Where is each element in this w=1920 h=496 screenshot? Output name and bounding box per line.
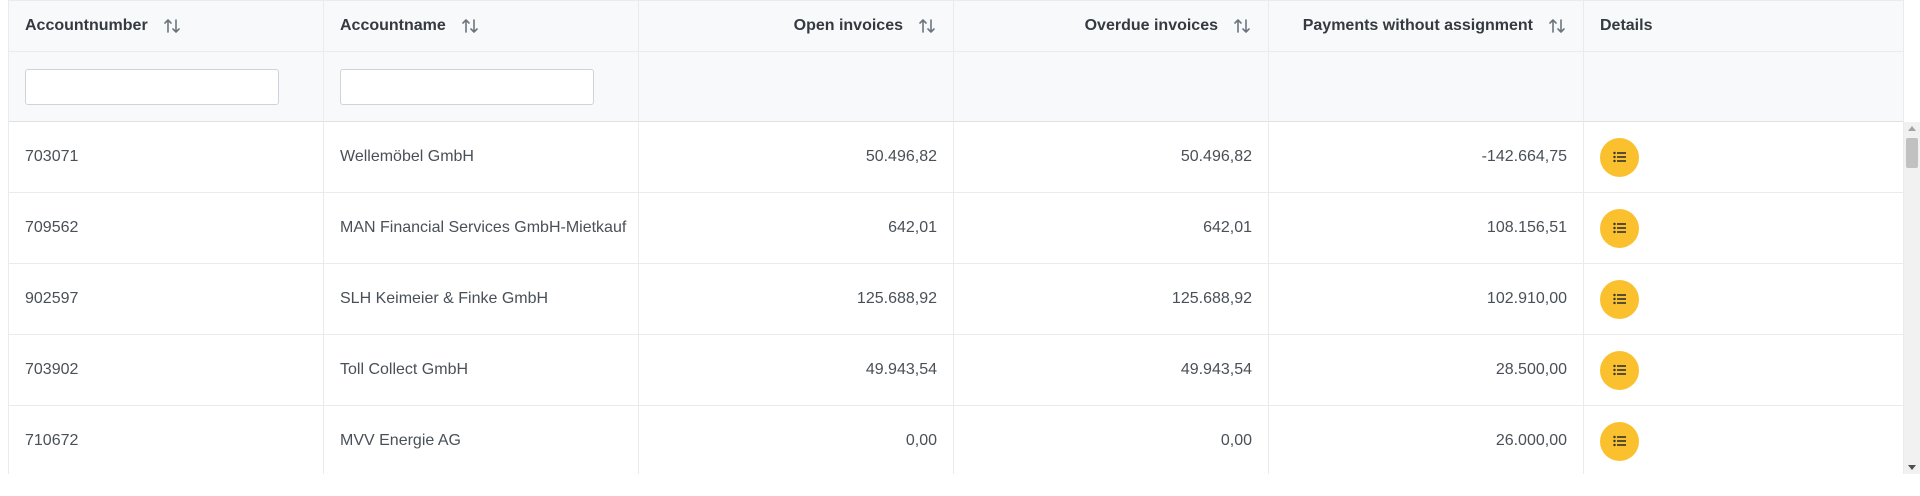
header-label: Overdue invoices — [1084, 17, 1218, 34]
overdue-invoices-cell: 50.496,82 — [954, 122, 1269, 193]
scroll-up-arrow-icon[interactable] — [1908, 126, 1916, 131]
sort-arrows-icon[interactable] — [1232, 16, 1252, 36]
sort-arrows-icon[interactable] — [162, 16, 182, 36]
header-payments-without-assignment[interactable]: Payments without assignment — [1269, 0, 1584, 52]
table-header-row: Accountnumber Accountname Open invoices … — [9, 0, 1903, 52]
open-invoices-cell: 0,00 — [639, 406, 954, 474]
filter-cell-empty — [1584, 52, 1903, 122]
table-scrollbar[interactable] — [1904, 122, 1920, 474]
payments-without-assignment-cell: -142.664,75 — [1269, 122, 1584, 193]
accountnumber-cell: 709562 — [9, 193, 324, 264]
payments-without-assignment-cell: 26.000,00 — [1269, 406, 1584, 474]
details-button[interactable] — [1600, 208, 1639, 248]
open-invoices-cell: 125.688,92 — [639, 264, 954, 335]
scrollbar-thumb[interactable] — [1906, 138, 1918, 168]
accountname-cell: MVV Energie AG — [324, 406, 639, 474]
overdue-invoices-cell: 125.688,92 — [954, 264, 1269, 335]
open-invoices-cell: 642,01 — [639, 193, 954, 264]
accountname-cell: SLH Keimeier & Finke GmbH — [324, 264, 639, 335]
payments-without-assignment-cell: 28.500,00 — [1269, 335, 1584, 406]
details-button[interactable] — [1600, 350, 1639, 390]
sort-arrows-icon[interactable] — [917, 16, 937, 36]
header-label: Payments without assignment — [1302, 17, 1533, 34]
header-open-invoices[interactable]: Open invoices — [639, 0, 954, 52]
filter-cell-empty — [639, 52, 954, 122]
accountname-filter-input[interactable] — [340, 68, 594, 105]
table-row: 703902 Toll Collect GmbH 49.943,54 49.94… — [9, 335, 1903, 406]
open-invoices-cell: 50.496,82 — [639, 122, 954, 193]
header-label: Accountnumber — [25, 17, 148, 34]
accountnumber-cell: 710672 — [9, 406, 324, 474]
table-row: 710672 MVV Energie AG 0,00 0,00 26.000,0… — [9, 406, 1903, 474]
accounts-table: Accountnumber Accountname Open invoices … — [8, 0, 1904, 474]
table-row: 709562 MAN Financial Services GmbH-Mietk… — [9, 193, 1903, 264]
sort-arrows-icon[interactable] — [460, 16, 480, 36]
table-row: 703071 Wellemöbel GmbH 50.496,82 50.496,… — [9, 122, 1903, 193]
accountname-cell: Toll Collect GmbH — [324, 335, 639, 406]
accountnumber-filter-input[interactable] — [25, 68, 279, 105]
table-body: 703071 Wellemöbel GmbH 50.496,82 50.496,… — [9, 122, 1903, 474]
header-accountnumber[interactable]: Accountnumber — [9, 0, 324, 52]
details-cell — [1584, 122, 1903, 193]
accountname-cell: Wellemöbel GmbH — [324, 122, 639, 193]
overdue-invoices-cell: 642,01 — [954, 193, 1269, 264]
scroll-down-arrow-icon[interactable] — [1908, 465, 1916, 470]
details-button[interactable] — [1600, 279, 1639, 319]
list-icon — [1612, 293, 1626, 305]
payments-without-assignment-cell: 102.910,00 — [1269, 264, 1584, 335]
details-button[interactable] — [1600, 421, 1639, 461]
header-label: Open invoices — [793, 17, 903, 34]
header-label: Accountname — [340, 17, 446, 34]
accountnumber-cell: 902597 — [9, 264, 324, 335]
list-icon — [1612, 222, 1626, 234]
list-icon — [1612, 364, 1626, 376]
filter-cell-accountname — [324, 52, 639, 122]
accountnumber-cell: 703071 — [9, 122, 324, 193]
overdue-invoices-cell: 49.943,54 — [954, 335, 1269, 406]
list-icon — [1612, 435, 1626, 447]
filter-cell-empty — [1269, 52, 1584, 122]
filter-cell-empty — [954, 52, 1269, 122]
table-row: 902597 SLH Keimeier & Finke GmbH 125.688… — [9, 264, 1903, 335]
list-icon — [1612, 151, 1626, 163]
table-filter-row — [9, 52, 1903, 122]
overdue-invoices-cell: 0,00 — [954, 406, 1269, 474]
details-cell — [1584, 406, 1903, 474]
header-accountname[interactable]: Accountname — [324, 0, 639, 52]
header-details: Details — [1584, 0, 1903, 52]
details-cell — [1584, 264, 1903, 335]
filter-cell-accountnumber — [9, 52, 324, 122]
header-overdue-invoices[interactable]: Overdue invoices — [954, 0, 1269, 52]
payments-without-assignment-cell: 108.156,51 — [1269, 193, 1584, 264]
accountnumber-cell: 703902 — [9, 335, 324, 406]
open-invoices-cell: 49.943,54 — [639, 335, 954, 406]
header-label: Details — [1600, 17, 1653, 34]
details-button[interactable] — [1600, 137, 1639, 177]
details-cell — [1584, 335, 1903, 406]
sort-arrows-icon[interactable] — [1547, 16, 1567, 36]
accountname-cell: MAN Financial Services GmbH-Mietkauf — [324, 193, 639, 264]
details-cell — [1584, 193, 1903, 264]
